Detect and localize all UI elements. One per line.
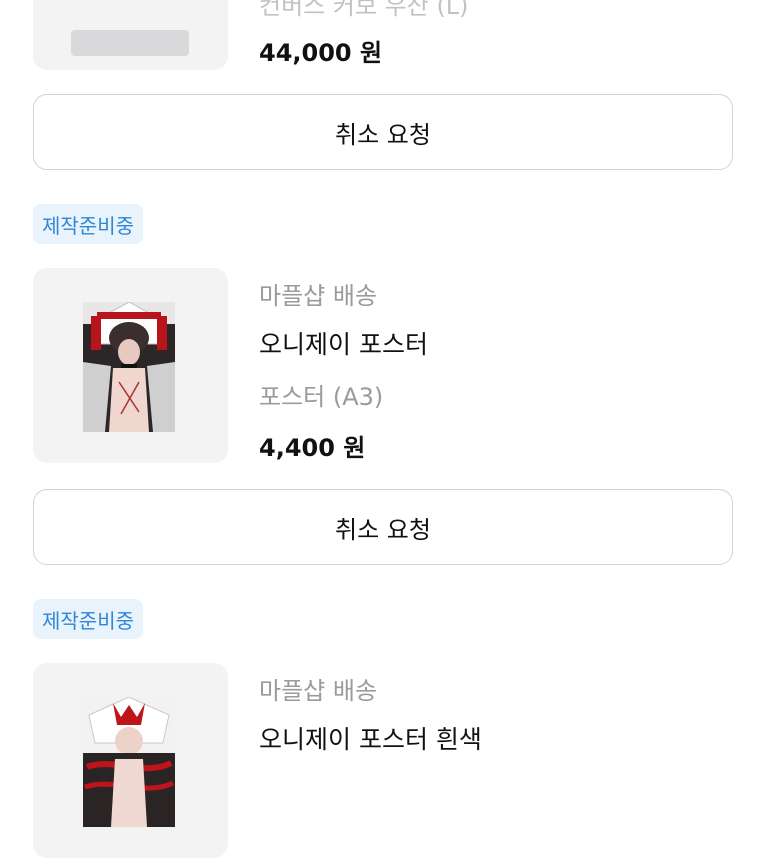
product-price: 44,000 원 bbox=[259, 39, 383, 67]
product-image bbox=[83, 697, 175, 827]
shipping-method: 마플샵 배송 bbox=[259, 677, 378, 705]
product-image bbox=[83, 302, 175, 432]
product-thumbnail[interactable] bbox=[33, 663, 228, 858]
shipping-method: 마플샵 배송 bbox=[259, 282, 378, 310]
cancel-request-button[interactable]: 취소 요청 bbox=[33, 489, 733, 565]
product-thumbnail[interactable] bbox=[33, 0, 228, 70]
status-badge: 제작준비중 bbox=[33, 599, 143, 639]
product-name[interactable]: 오니제이 포스터 bbox=[259, 325, 428, 361]
cancel-request-button[interactable]: 취소 요청 bbox=[33, 94, 733, 170]
product-name[interactable]: 오니제이 포스터 흰색 bbox=[259, 720, 482, 756]
product-thumbnail[interactable] bbox=[33, 268, 228, 463]
product-price: 4,400 원 bbox=[259, 434, 366, 462]
product-image bbox=[71, 30, 189, 56]
product-option: 컨버스 커보 우산 (L) bbox=[259, 0, 469, 20]
status-badge: 제작준비중 bbox=[33, 204, 143, 244]
product-option: 포스터 (A3) bbox=[259, 383, 384, 411]
